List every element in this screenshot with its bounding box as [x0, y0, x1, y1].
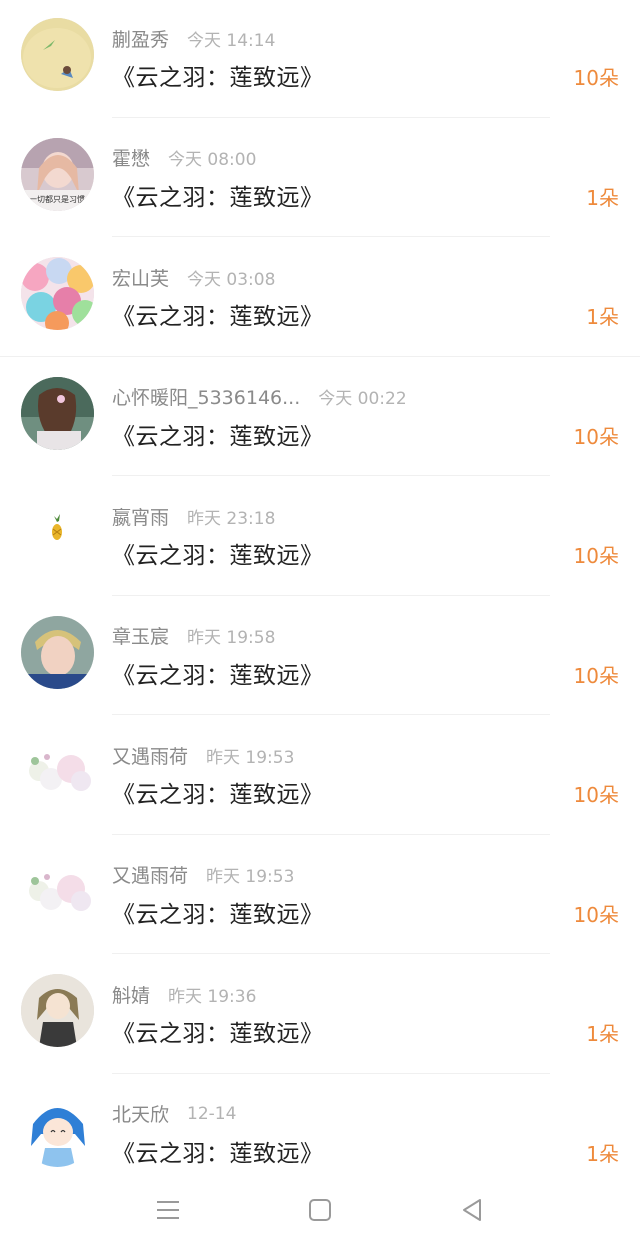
user-name[interactable]: 宏山芙	[112, 264, 169, 291]
timestamp: 昨天 19:36	[168, 986, 257, 1007]
list-item[interactable]: 又遇雨荷 昨天 19:53 《云之羽：莲致远》 10朵	[0, 717, 640, 837]
list-item[interactable]: 一切都只是习惯 霍懋 今天 08:00 《云之羽：莲致远》 1朵	[0, 120, 640, 240]
avatar-girl-photo-icon[interactable]: 一切都只是习惯	[21, 137, 94, 211]
item-meta: 章玉宸 昨天 19:58	[112, 622, 275, 650]
item-meta: 蒯盈秀 今天 14:14	[112, 24, 275, 52]
book-title[interactable]: 《云之羽：莲致远》	[112, 536, 324, 570]
avatar-flowers-icon[interactable]	[21, 854, 94, 928]
list-item[interactable]: 蒯盈秀 今天 14:14 《云之羽：莲致远》 10朵	[0, 0, 640, 120]
book-title[interactable]: 《云之羽：莲致远》	[112, 417, 324, 451]
gift-amount: 10朵	[573, 902, 619, 927]
timestamp: 昨天 19:53	[206, 747, 295, 768]
back-triangle-icon[interactable]	[452, 1190, 492, 1230]
user-name[interactable]: 北天欣	[112, 1100, 169, 1127]
item-meta: 宏山芙 今天 03:08	[112, 263, 275, 291]
list-item[interactable]: 又遇雨荷 昨天 19:53 《云之羽：莲致远》 10朵	[0, 837, 640, 957]
avatar-anime-girl-icon[interactable]	[21, 974, 94, 1047]
book-title[interactable]: 《云之羽：莲致远》	[112, 656, 324, 690]
item-meta: 又遇雨荷 昨天 19:53	[112, 741, 294, 769]
timestamp: 今天 08:00	[168, 150, 257, 170]
user-name[interactable]: 又遇雨荷	[112, 742, 188, 769]
gift-amount: 10朵	[573, 424, 619, 449]
avatar-boy-photo-icon[interactable]	[21, 615, 94, 689]
list-item[interactable]: 斛婧 昨天 19:36 《云之羽：莲致远》 1朵	[0, 956, 640, 1076]
avatar-blue-anime-icon[interactable]	[21, 1093, 94, 1167]
gift-amount: 1朵	[586, 305, 619, 329]
divider	[0, 355, 640, 357]
divider	[112, 1072, 550, 1074]
user-name[interactable]: 蒯盈秀	[112, 25, 169, 52]
avatar-girl-back-icon[interactable]	[21, 376, 94, 450]
book-title[interactable]: 《云之羽：莲致远》	[112, 178, 324, 212]
item-meta: 心怀暖阳_5336146... 今天 00:22	[112, 383, 407, 411]
user-name[interactable]: 嬴宵雨	[112, 503, 169, 530]
item-meta: 又遇雨荷 昨天 19:53	[112, 861, 294, 889]
menu-icon[interactable]	[148, 1190, 188, 1230]
book-title[interactable]: 《云之羽：莲致远》	[112, 775, 324, 809]
item-meta: 斛婧 昨天 19:36	[112, 980, 256, 1008]
divider	[112, 833, 550, 835]
system-navigation-bar	[0, 1176, 640, 1244]
book-title[interactable]: 《云之羽：莲致远》	[112, 58, 324, 92]
user-name[interactable]: 霍懋	[112, 144, 150, 171]
gift-amount: 10朵	[573, 663, 619, 688]
user-name[interactable]: 章玉宸	[112, 622, 169, 649]
user-name[interactable]: 心怀暖阳_5336146...	[112, 383, 300, 410]
svg-text:一切都只是习惯: 一切都只是习惯	[29, 194, 85, 204]
avatar-flowers-icon[interactable]	[21, 735, 94, 808]
avatar-balloons-icon[interactable]	[21, 257, 94, 330]
user-name[interactable]: 又遇雨荷	[112, 861, 188, 888]
user-name[interactable]: 斛婧	[112, 981, 150, 1008]
book-title[interactable]: 《云之羽：莲致远》	[112, 895, 324, 929]
timestamp: 12-14	[187, 1103, 237, 1124]
timestamp: 昨天 19:58	[187, 628, 276, 648]
timestamp: 今天 00:22	[318, 389, 407, 409]
gift-amount: 10朵	[573, 783, 619, 807]
gift-list: 蒯盈秀 今天 14:14 《云之羽：莲致远》 10朵 一切都只是习惯 霍懋 今天…	[0, 0, 640, 1195]
divider	[112, 594, 550, 596]
gift-amount: 1朵	[586, 1022, 619, 1046]
book-title[interactable]: 《云之羽：莲致远》	[112, 1134, 324, 1168]
gift-amount: 10朵	[573, 544, 619, 568]
home-square-icon[interactable]	[300, 1190, 340, 1230]
list-item[interactable]: 嬴宵雨 昨天 23:18 《云之羽：莲致远》 10朵	[0, 478, 640, 598]
gift-amount: 10朵	[573, 66, 619, 90]
divider	[112, 475, 550, 476]
divider	[112, 953, 550, 954]
timestamp: 昨天 19:53	[206, 867, 295, 887]
item-meta: 北天欣 12-14	[112, 1100, 236, 1128]
book-title[interactable]: 《云之羽：莲致远》	[112, 297, 324, 331]
timestamp: 今天 03:08	[187, 269, 276, 290]
book-title[interactable]: 《云之羽：莲致远》	[112, 1014, 324, 1048]
avatar-yellow-photo-icon[interactable]	[21, 18, 94, 91]
gift-amount: 1朵	[586, 185, 619, 210]
gift-amount: 1朵	[586, 1141, 619, 1166]
timestamp: 昨天 23:18	[187, 508, 276, 529]
avatar-pineapple-icon[interactable]	[21, 496, 94, 569]
divider	[112, 116, 550, 118]
divider	[112, 714, 550, 715]
item-meta: 霍懋 今天 08:00	[112, 144, 256, 172]
list-item[interactable]: 心怀暖阳_5336146... 今天 00:22 《云之羽：莲致远》 10朵	[0, 359, 640, 479]
list-item[interactable]: 章玉宸 昨天 19:58 《云之羽：莲致远》 10朵	[0, 598, 640, 718]
item-meta: 嬴宵雨 昨天 23:18	[112, 502, 275, 530]
timestamp: 今天 14:14	[187, 30, 276, 51]
list-item[interactable]: 宏山芙 今天 03:08 《云之羽：莲致远》 1朵	[0, 239, 640, 359]
divider	[112, 236, 550, 237]
